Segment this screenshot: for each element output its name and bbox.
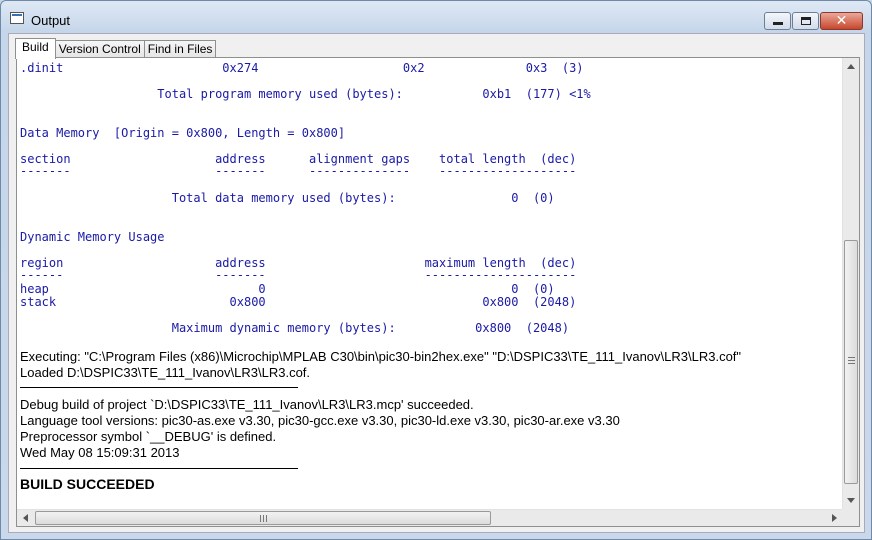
maximize-icon	[801, 17, 811, 25]
log-line: Wed May 08 15:09:31 2013	[20, 445, 180, 460]
output-content: Build Version Control Find in Files .din…	[8, 33, 865, 533]
output-line: Maximum dynamic memory (bytes): 0x800 (2…	[20, 321, 570, 335]
output-line: Data Memory [Origin = 0x800, Length = 0x…	[20, 126, 346, 140]
output-line: ------ ------- ---------------------	[20, 268, 577, 282]
log-line: Debug build of project `D:\DSPIC33\TE_11…	[20, 397, 474, 412]
tab-version-control[interactable]: Version Control	[54, 40, 145, 58]
tab-build[interactable]: Build	[15, 38, 56, 59]
vertical-scrollbar[interactable]	[842, 58, 859, 509]
scroll-up-icon[interactable]	[847, 64, 855, 69]
maximize-button[interactable]	[792, 12, 819, 30]
grip-icon	[848, 357, 855, 366]
log-line: Executing: "C:\Program Files (x86)\Micro…	[20, 349, 742, 364]
tab-find-in-files[interactable]: Find in Files	[143, 40, 217, 58]
minimize-icon	[773, 22, 783, 25]
horizontal-scrollbar[interactable]	[17, 509, 843, 526]
build-output-pane[interactable]: .dinit 0x274 0x2 0x3 (3) Total program m…	[16, 57, 860, 527]
tab-strip: Build Version Control Find in Files	[15, 36, 217, 59]
scroll-left-icon[interactable]	[23, 514, 28, 522]
log-line: Language tool versions: pic30-as.exe v3.…	[20, 413, 620, 428]
vertical-scroll-thumb[interactable]	[844, 240, 858, 484]
output-line: ------- ------- -------------- ---------…	[20, 164, 577, 178]
output-line: heap 0 0 (0)	[20, 282, 555, 296]
log-line: Loaded D:\DSPIC33\TE_111_Ivanov\LR3\LR3.…	[20, 365, 311, 380]
output-window: Output ✕ Build Version Control Find in F…	[0, 0, 872, 540]
scrollbar-corner	[842, 509, 859, 526]
scroll-right-icon[interactable]	[832, 514, 837, 522]
output-line: Total data memory used (bytes): 0 (0)	[20, 191, 555, 205]
window-title: Output	[31, 13, 71, 28]
minimize-button[interactable]	[764, 12, 791, 30]
build-output-text[interactable]: .dinit 0x274 0x2 0x3 (3) Total program m…	[19, 59, 843, 507]
build-result: BUILD SUCCEEDED	[20, 476, 155, 492]
title-bar[interactable]: Output ✕	[1, 1, 871, 31]
output-line: stack 0x800 0x800 (2048)	[20, 295, 577, 309]
log-line: Preprocessor symbol `__DEBUG' is defined…	[20, 429, 277, 444]
output-line: Dynamic Memory Usage	[20, 230, 165, 244]
close-icon: ✕	[835, 13, 848, 29]
scroll-down-icon[interactable]	[847, 498, 855, 503]
separator	[20, 468, 298, 469]
separator	[20, 387, 298, 388]
window-icon	[10, 12, 24, 24]
output-line: Total program memory used (bytes): 0xb1 …	[20, 87, 591, 101]
grip-icon	[260, 515, 269, 522]
output-line: .dinit 0x274 0x2 0x3 (3)	[20, 61, 584, 75]
horizontal-scroll-thumb[interactable]	[35, 511, 491, 525]
close-button[interactable]: ✕	[820, 12, 863, 30]
